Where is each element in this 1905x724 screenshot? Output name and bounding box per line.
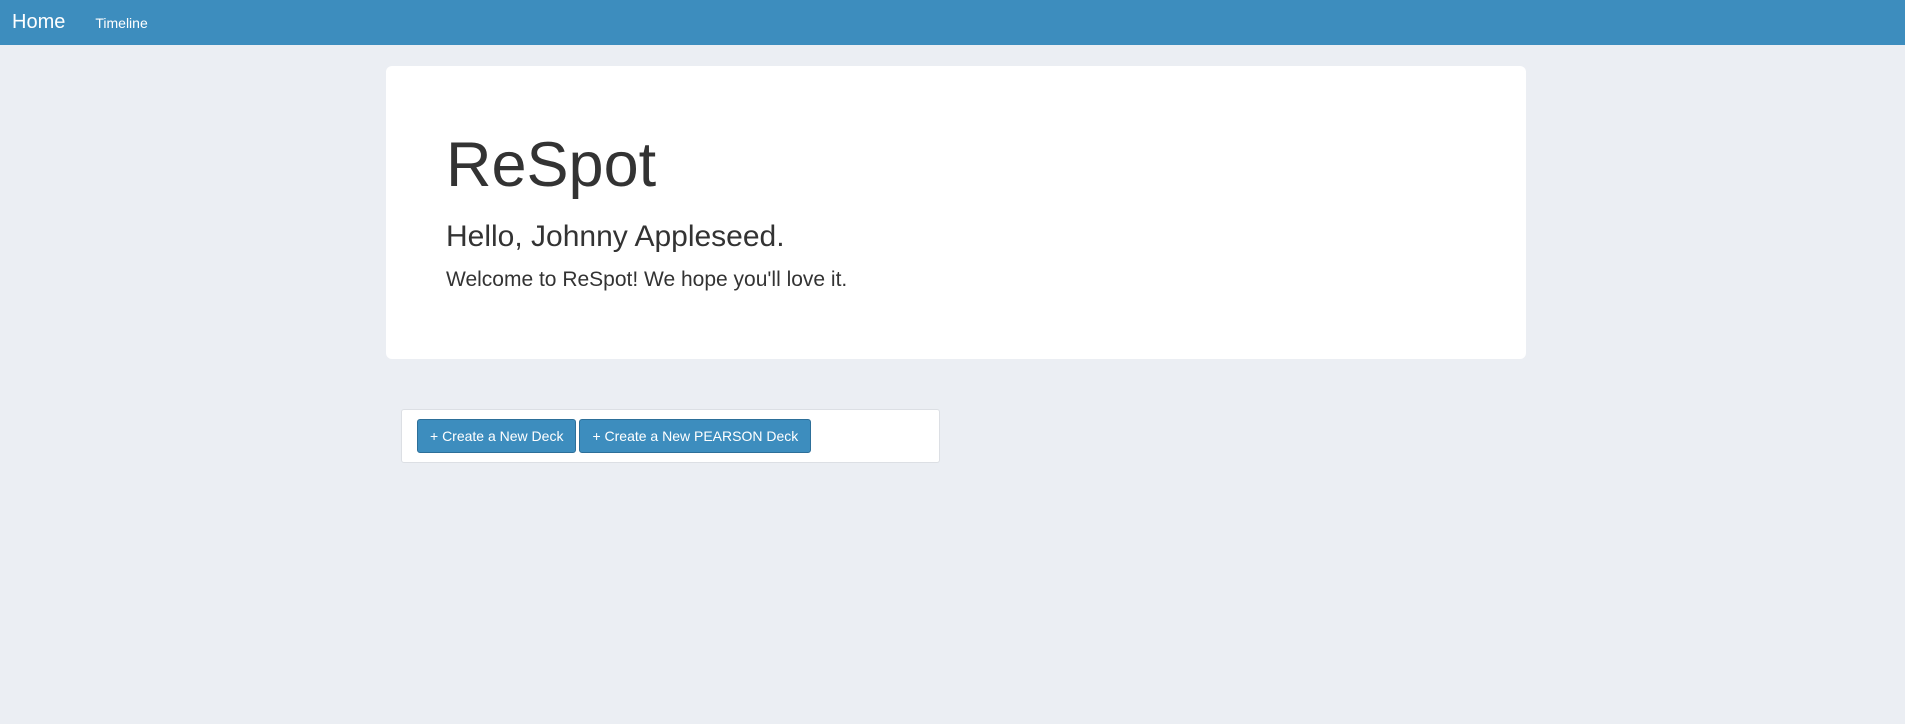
app-title: ReSpot	[446, 130, 657, 200]
top-navbar: Home Timeline	[0, 0, 1905, 45]
welcome-message: Welcome to ReSpot! We hope you'll love i…	[446, 268, 848, 291]
user-greeting: Hello, Johnny Appleseed.	[446, 220, 785, 253]
nav-timeline-link[interactable]: Timeline	[95, 15, 147, 31]
welcome-jumbotron: ReSpot Hello, Johnny Appleseed. Welcome …	[386, 66, 1526, 359]
nav-home-link[interactable]: Home	[12, 11, 65, 34]
create-pearson-deck-button[interactable]: + Create a New PEARSON Deck	[579, 419, 812, 453]
create-deck-button[interactable]: + Create a New Deck	[417, 419, 577, 453]
deck-actions-panel: + Create a New Deck + Create a New PEARS…	[401, 409, 940, 463]
